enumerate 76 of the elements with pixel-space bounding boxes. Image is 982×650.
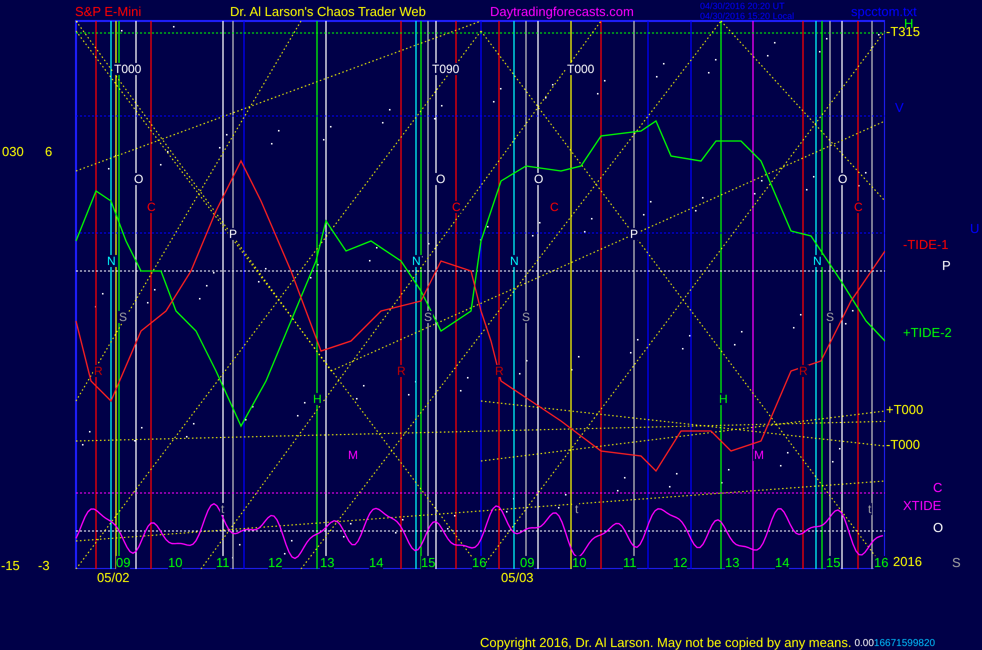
chart-marker-label: C <box>549 201 560 213</box>
chart-marker-label: C <box>146 201 157 213</box>
axis-label: 030 <box>2 145 24 158</box>
hour-label: 09 <box>520 556 534 569</box>
chart-marker-label: N <box>812 255 823 267</box>
axis-label: -15 <box>1 559 20 572</box>
hour-label: 11 <box>216 556 230 569</box>
hour-label: 09 <box>116 556 130 569</box>
scale-label: P <box>942 259 951 272</box>
date-label: 05/02 <box>97 571 130 584</box>
hour-label: 16 <box>874 556 888 569</box>
hour-label: 13 <box>725 556 740 569</box>
chart-marker-label: N <box>411 255 422 267</box>
chart-marker-label: O <box>133 173 144 185</box>
chart-marker-label: t <box>867 503 872 515</box>
scale-label: +T000 <box>886 403 924 416</box>
timestamp: 04/30/2016 20:20 UT <box>700 1 786 11</box>
chart-marker-label: R <box>93 365 104 377</box>
hour-label: 15 <box>826 556 840 569</box>
hour-label: 10 <box>168 556 182 569</box>
chart-marker-label: M <box>347 449 359 461</box>
hour-label: 10 <box>572 556 586 569</box>
chart-marker-label: M <box>753 449 765 461</box>
chart-marker-label: T000 <box>113 63 142 75</box>
chart-marker-label: T000 <box>566 63 596 75</box>
hour-label: 15 <box>421 556 436 569</box>
site-title: Dr. Al Larson's Chaos Trader Web <box>230 5 427 18</box>
chart-marker-label: P <box>629 228 640 240</box>
chart-marker-label: H <box>312 393 323 405</box>
chart-marker-label: t <box>220 503 226 515</box>
scale-label: V <box>895 101 904 114</box>
scale-label: C <box>933 481 942 494</box>
scale-label: -TIDE-1 <box>903 238 948 251</box>
copyright-notice: Copyright 2016, Dr. Al Larson. May not be copied by any means. <box>480 636 852 649</box>
symbol-title: S&P E-Mini <box>75 5 142 18</box>
scale-label: U <box>970 222 980 235</box>
value-readout: 0.00 <box>854 639 874 649</box>
chart-marker-label: S <box>521 311 532 323</box>
chart-marker-label: C <box>451 201 462 213</box>
scale-label: -T000 <box>886 438 920 451</box>
chart-marker-label: S <box>825 311 836 323</box>
hour-label: 13 <box>320 556 334 569</box>
chart-marker-label: P <box>228 228 238 240</box>
hour-label: 14 <box>775 556 790 569</box>
scale-label: +TIDE-2 <box>903 326 952 339</box>
chart-marker-label: T090 <box>431 63 460 75</box>
chart-marker-label: H <box>718 393 729 405</box>
chart-marker-label: t <box>574 503 580 515</box>
hour-label: 16 <box>472 556 486 569</box>
axis-label: 6 <box>45 145 52 158</box>
scale-label: -T315 <box>886 25 920 38</box>
chart-marker-label: O <box>435 173 446 185</box>
timestamp: 04/30/2016 15:20 Local <box>700 11 796 21</box>
scale-label: S <box>952 556 961 569</box>
chart-marker-label: S <box>423 311 434 323</box>
file-name: spcctom.txt <box>851 5 917 18</box>
value-readout: 16671599820 <box>874 639 936 649</box>
chart-marker-label: C <box>853 201 864 213</box>
chart-marker-label: N <box>106 255 117 267</box>
scale-label: 2016 <box>893 555 922 568</box>
scale-label: XTIDE <box>903 499 942 512</box>
hour-label: 12 <box>268 556 282 569</box>
chart-marker-label: S <box>118 311 128 323</box>
hour-label: 11 <box>623 556 636 569</box>
scale-label: O <box>933 521 944 534</box>
chart-marker-label: R <box>396 365 407 377</box>
axis-label: -3 <box>38 559 50 572</box>
chart-marker-label: O <box>837 173 848 185</box>
chart-marker-label: N <box>509 255 520 267</box>
chart-marker-label: O <box>533 173 544 185</box>
chart-marker-label: R <box>798 365 809 377</box>
date-label: 05/03 <box>501 571 534 584</box>
website-link[interactable]: Daytradingforecasts.com <box>490 5 700 18</box>
chart-marker-label: R <box>494 365 505 377</box>
hour-label: 14 <box>369 556 384 569</box>
hour-label: 12 <box>673 556 688 569</box>
